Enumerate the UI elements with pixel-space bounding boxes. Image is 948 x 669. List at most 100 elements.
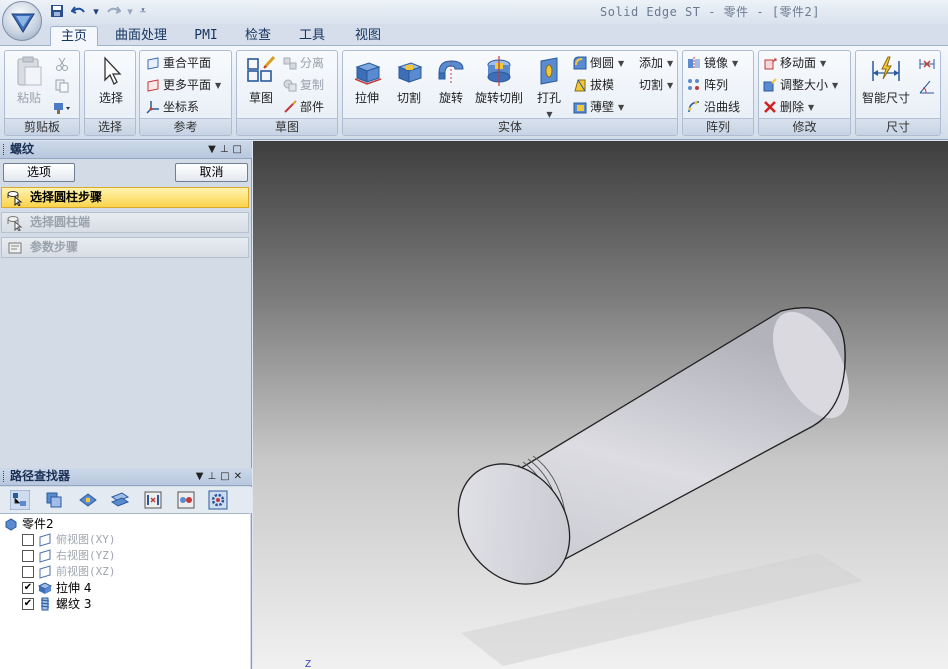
thin-wall-dropdown-icon: ▼ bbox=[618, 102, 625, 112]
checkbox[interactable] bbox=[22, 534, 34, 546]
customize-qat-icon[interactable]: ⩡ bbox=[138, 2, 148, 20]
cut-menu-button[interactable]: 切割 ▼ bbox=[639, 75, 673, 95]
copy-button[interactable]: 复制 bbox=[283, 75, 324, 95]
smart-dimension-button[interactable]: 智能尺寸 bbox=[858, 53, 914, 106]
tab-home[interactable]: 主页 bbox=[50, 26, 98, 46]
resize-button[interactable]: 调整大小 ▼ bbox=[763, 75, 838, 95]
resize-label: 调整大小 bbox=[780, 77, 829, 92]
delete-icon bbox=[764, 101, 776, 113]
options-button[interactable]: 选项 bbox=[3, 163, 75, 182]
plane-node-icon bbox=[39, 533, 51, 547]
tab-view[interactable]: 视图 bbox=[346, 26, 390, 46]
assembly-view-icon[interactable] bbox=[78, 490, 98, 510]
round-button[interactable]: 倒圆 ▼ bbox=[573, 53, 624, 73]
pane-menu-icon[interactable]: ▼ bbox=[208, 144, 220, 155]
cut-button[interactable]: 切割 bbox=[389, 53, 429, 106]
tree-item-right-plane[interactable]: 右视图(YZ) bbox=[22, 548, 116, 564]
hole-label: 打孔 bbox=[536, 91, 561, 105]
sketch-list-icon[interactable] bbox=[110, 490, 130, 510]
cut-feature-icon bbox=[397, 62, 423, 83]
undo-icon[interactable] bbox=[70, 2, 88, 20]
redo-icon[interactable] bbox=[104, 2, 122, 20]
pathfinder-close-icon[interactable]: ✕ bbox=[234, 471, 246, 482]
layers-view-icon[interactable] bbox=[44, 490, 64, 510]
cancel-button[interactable]: 取消 bbox=[175, 163, 248, 182]
plane-icon bbox=[147, 57, 159, 70]
tree-root[interactable]: 零件2 bbox=[4, 516, 54, 532]
separate-button[interactable]: 分离 bbox=[283, 53, 324, 73]
extrude-icon bbox=[354, 62, 382, 85]
cut-icon[interactable] bbox=[55, 57, 69, 71]
sketch-button[interactable]: 草图 bbox=[241, 53, 281, 106]
part-button[interactable]: 部件 bbox=[283, 97, 324, 117]
group-label-sketch: 草图 bbox=[237, 118, 337, 135]
pathfinder-grip-icon[interactable] bbox=[3, 471, 6, 482]
delete-button[interactable]: 删除 ▼ bbox=[763, 97, 814, 117]
pathfinder-menu-icon[interactable]: ▼ bbox=[196, 471, 208, 482]
hole-button[interactable]: 打孔 ▼ bbox=[529, 53, 569, 120]
extrude-button[interactable]: 拉伸 bbox=[347, 53, 387, 106]
pattern-label: 阵列 bbox=[704, 77, 729, 92]
paste-button[interactable]: 粘贴 bbox=[11, 53, 47, 106]
extrude-label: 拉伸 bbox=[354, 91, 379, 105]
along-curve-button[interactable]: 沿曲线 bbox=[687, 97, 740, 117]
undo-dropdown-icon[interactable]: ▾ bbox=[92, 2, 100, 20]
tree-item-top-plane[interactable]: 俯视图(XY) bbox=[22, 532, 116, 548]
redo-dropdown-icon[interactable]: ▾ bbox=[126, 2, 134, 20]
select-button[interactable]: 选择 bbox=[91, 53, 131, 106]
angle-dimension-icon[interactable] bbox=[918, 79, 936, 95]
coord-system-button[interactable]: 坐标系 bbox=[146, 97, 199, 117]
relations-view-icon[interactable] bbox=[143, 490, 163, 510]
cylinder-end-step-icon bbox=[7, 216, 23, 231]
tab-inspect[interactable]: 检查 bbox=[238, 26, 278, 46]
format-painter-icon[interactable] bbox=[53, 101, 73, 115]
threaded-cylinder-model[interactable]: Z bbox=[253, 141, 948, 669]
checkbox[interactable] bbox=[22, 550, 34, 562]
grip-icon[interactable] bbox=[3, 144, 6, 155]
pathfinder-maximize-icon[interactable]: □ bbox=[220, 471, 233, 482]
mirror-dropdown-icon: ▼ bbox=[732, 58, 739, 68]
tab-tools[interactable]: 工具 bbox=[292, 26, 332, 46]
tree-root-label: 零件2 bbox=[22, 517, 54, 531]
constraint-view-icon[interactable] bbox=[176, 490, 196, 510]
tab-pmi[interactable]: PMI bbox=[186, 26, 226, 46]
checkbox-checked[interactable]: ✔ bbox=[22, 582, 34, 594]
tree-item-front-plane[interactable]: 前视图(XZ) bbox=[22, 564, 116, 580]
maximize-icon[interactable]: □ bbox=[233, 144, 246, 155]
coincident-plane-button[interactable]: 重合平面 bbox=[146, 53, 211, 73]
revolve-button[interactable]: 旋转 bbox=[431, 53, 471, 106]
step-parameters[interactable]: 参数步骤 bbox=[1, 237, 249, 258]
pin-icon[interactable]: ⊥ bbox=[220, 144, 233, 155]
parameters-step-icon bbox=[8, 242, 22, 254]
pathfinder-pin-icon[interactable]: ⊥ bbox=[207, 471, 220, 482]
save-icon[interactable] bbox=[48, 2, 66, 20]
application-button[interactable] bbox=[2, 1, 42, 41]
settings-gear-icon[interactable] bbox=[208, 490, 228, 510]
tree-item-extrude[interactable]: ✔ 拉伸 4 bbox=[22, 580, 91, 596]
thin-wall-button[interactable]: 薄壁 ▼ bbox=[573, 97, 624, 117]
tree-item-thread[interactable]: ✔ 螺纹 3 bbox=[22, 596, 91, 612]
smart-dimension-icon bbox=[872, 56, 900, 81]
move-face-icon bbox=[764, 58, 777, 70]
copy-icon[interactable] bbox=[55, 79, 69, 93]
mirror-icon bbox=[688, 57, 700, 69]
mirror-button[interactable]: 镜像 ▼ bbox=[687, 53, 738, 73]
revolve-cut-button[interactable]: 旋转切削 bbox=[471, 53, 527, 106]
move-face-button[interactable]: 移动面 ▼ bbox=[763, 53, 826, 73]
distance-between-icon[interactable] bbox=[918, 57, 936, 73]
draft-button[interactable]: 拔模 bbox=[573, 75, 614, 95]
tab-surfacing[interactable]: 曲面处理 bbox=[108, 26, 174, 46]
thin-wall-label: 薄壁 bbox=[590, 99, 615, 114]
add-button[interactable]: 添加 ▼ bbox=[639, 53, 673, 73]
cut-menu-dropdown-icon: ▼ bbox=[667, 80, 674, 90]
step-select-cylinder[interactable]: 选择圆柱步骤 bbox=[1, 187, 249, 208]
step-select-cylinder-end[interactable]: 选择圆柱端 bbox=[1, 212, 249, 233]
graphics-viewport[interactable]: Z bbox=[253, 141, 948, 669]
checkbox-checked[interactable]: ✔ bbox=[22, 598, 34, 610]
pattern-button[interactable]: 阵列 bbox=[687, 75, 728, 95]
group-label-reference: 参考 bbox=[140, 118, 231, 135]
more-planes-button[interactable]: 更多平面 ▼ bbox=[146, 75, 221, 95]
checkbox[interactable] bbox=[22, 566, 34, 578]
group-select: 选择 选择 bbox=[84, 50, 136, 136]
feature-tree-icon[interactable] bbox=[10, 490, 30, 510]
